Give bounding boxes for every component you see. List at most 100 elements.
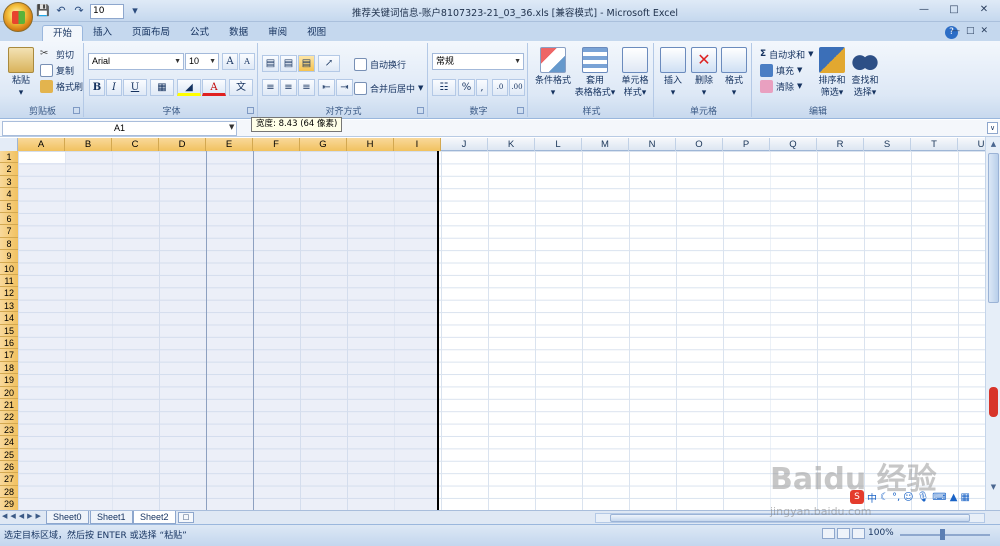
tab-view[interactable]: 视图 [297, 25, 336, 42]
bold-button[interactable]: B [89, 79, 105, 96]
row-header[interactable]: 17 [0, 349, 18, 362]
row-header[interactable]: 14 [0, 312, 18, 325]
row-header[interactable]: 1 [0, 151, 18, 164]
row-header[interactable]: 22 [0, 411, 18, 424]
column-header[interactable]: P [723, 138, 770, 151]
orientation-button[interactable]: ↗ [318, 55, 340, 72]
decrease-indent-button[interactable]: ⇤ [318, 79, 335, 96]
column-header[interactable]: U [958, 138, 985, 151]
keyboard-icon[interactable]: ⌨ [932, 492, 946, 503]
moon-icon[interactable]: ☾ [880, 492, 889, 503]
tab-formulas[interactable]: 公式 [180, 25, 219, 42]
decrease-decimal-button[interactable]: .00 [509, 79, 525, 96]
number-format-select[interactable]: 常规 ▼ [432, 53, 524, 70]
column-header[interactable]: L [535, 138, 582, 151]
wrap-text-button[interactable]: 自动换行 [354, 57, 406, 71]
sheet-tab-sheet1[interactable]: Sheet1 [90, 511, 133, 524]
column-header[interactable]: T [911, 138, 958, 151]
align-right-button[interactable]: ≡ [298, 79, 315, 96]
column-header[interactable]: A [18, 138, 65, 151]
column-header[interactable]: K [488, 138, 535, 151]
emoji-icon[interactable]: ☺ [903, 492, 913, 503]
ime-toolbar[interactable]: S 中 ☾ °, ☺ 🎙 ⌨ ▲ ▦ [850, 488, 1000, 506]
row-header[interactable]: 5 [0, 200, 18, 213]
sort-filter-button[interactable]: 排序和 筛选▾ [816, 47, 848, 99]
grow-font-button[interactable]: A [222, 53, 238, 70]
row-header[interactable]: 18 [0, 361, 18, 375]
find-select-button[interactable]: 查找和 选择▾ [849, 47, 881, 99]
office-button[interactable] [3, 2, 33, 32]
column-header[interactable]: J [441, 138, 488, 151]
document-window-controls[interactable]: —□✕ [951, 26, 994, 36]
cell-styles-button[interactable]: 单元格 样式▾ [618, 47, 652, 99]
sheet-navigation-icons[interactable]: ◀◀◀▶▶ [2, 512, 44, 520]
row-header[interactable]: 13 [0, 299, 18, 313]
format-painter-button[interactable]: 格式刷 [40, 79, 83, 93]
row-header[interactable]: 3 [0, 175, 18, 189]
row-header[interactable]: 28 [0, 485, 18, 499]
expand-formula-icon[interactable]: ∨ [987, 122, 998, 134]
tab-page-layout[interactable]: 页面布局 [122, 25, 180, 42]
middle-align-button[interactable]: ▤ [280, 55, 297, 72]
comma-button[interactable]: , [476, 79, 488, 96]
row-header[interactable]: 12 [0, 287, 18, 300]
format-cells-button[interactable]: 格式 ▾ [720, 47, 748, 99]
name-box[interactable]: A1 [2, 121, 237, 136]
chevron-down-icon[interactable]: ▼ [229, 123, 234, 131]
phonetic-button[interactable]: 文 [229, 79, 253, 96]
active-cell[interactable] [19, 152, 65, 163]
delete-cells-button[interactable]: ✕ 删除 ▾ [690, 47, 718, 99]
minimize-icon[interactable]: — [910, 1, 938, 18]
qat-font-size-box[interactable]: 10 [90, 3, 124, 19]
italic-button[interactable]: I [106, 79, 122, 96]
row-header[interactable]: 26 [0, 461, 18, 474]
row-header[interactable]: 21 [0, 399, 18, 412]
redo-icon[interactable]: ↷ [72, 4, 86, 18]
column-header[interactable]: F [253, 138, 300, 151]
tab-data[interactable]: 数据 [219, 25, 258, 42]
alignment-launcher-icon[interactable] [417, 107, 424, 114]
column-header[interactable]: M [582, 138, 629, 151]
sheet-tab-sheet0[interactable]: Sheet0 [46, 511, 89, 524]
fill-color-button[interactable]: ◢ [177, 79, 201, 96]
zoom-slider-knob[interactable] [940, 529, 945, 540]
column-header[interactable]: I [394, 138, 441, 151]
ime-mode-label[interactable]: 中 [867, 490, 877, 505]
maximize-icon[interactable]: □ [940, 1, 968, 18]
font-color-button[interactable]: A [202, 79, 226, 96]
merge-center-button[interactable]: 合并后居中 ▼ [354, 81, 423, 95]
column-header[interactable]: O [676, 138, 723, 151]
cut-button[interactable]: ✂ 剪切 [40, 47, 74, 61]
accounting-format-button[interactable]: ☷ [432, 79, 456, 96]
row-header[interactable]: 19 [0, 374, 18, 387]
column-header[interactable]: Q [770, 138, 817, 151]
top-align-button[interactable]: ▤ [262, 55, 279, 72]
row-header[interactable]: 6 [0, 213, 18, 226]
row-header[interactable]: 15 [0, 324, 18, 337]
format-as-table-button[interactable]: 套用 表格格式▾ [574, 47, 616, 99]
select-all-corner[interactable] [0, 138, 18, 151]
row-header[interactable]: 7 [0, 225, 18, 238]
percent-button[interactable]: % [458, 79, 475, 96]
column-header[interactable]: B [65, 138, 112, 151]
copy-button[interactable]: 复制 [40, 63, 74, 77]
shirt-icon[interactable]: ▲ [950, 492, 958, 503]
font-launcher-icon[interactable] [247, 107, 254, 114]
column-header[interactable]: N [629, 138, 676, 151]
row-header[interactable]: 27 [0, 473, 18, 486]
column-header[interactable]: G [300, 138, 347, 151]
column-header[interactable]: D [159, 138, 206, 151]
vertical-scrollbar[interactable]: ▲ ▼ [985, 137, 1000, 510]
normal-view-button[interactable] [822, 528, 835, 539]
clipboard-launcher-icon[interactable] [73, 107, 80, 114]
underline-button[interactable]: U [123, 79, 147, 96]
increase-decimal-button[interactable]: .0 [492, 79, 508, 96]
tab-insert[interactable]: 插入 [83, 25, 122, 42]
align-center-button[interactable]: ≡ [280, 79, 297, 96]
fill-button[interactable]: 填充 ▼ [760, 63, 802, 77]
page-layout-view-button[interactable] [837, 528, 850, 539]
clear-button[interactable]: 清除 ▼ [760, 79, 802, 93]
tab-home[interactable]: 开始 [42, 25, 84, 42]
tab-review[interactable]: 审阅 [258, 25, 297, 42]
scroll-up-icon[interactable]: ▲ [988, 139, 999, 150]
